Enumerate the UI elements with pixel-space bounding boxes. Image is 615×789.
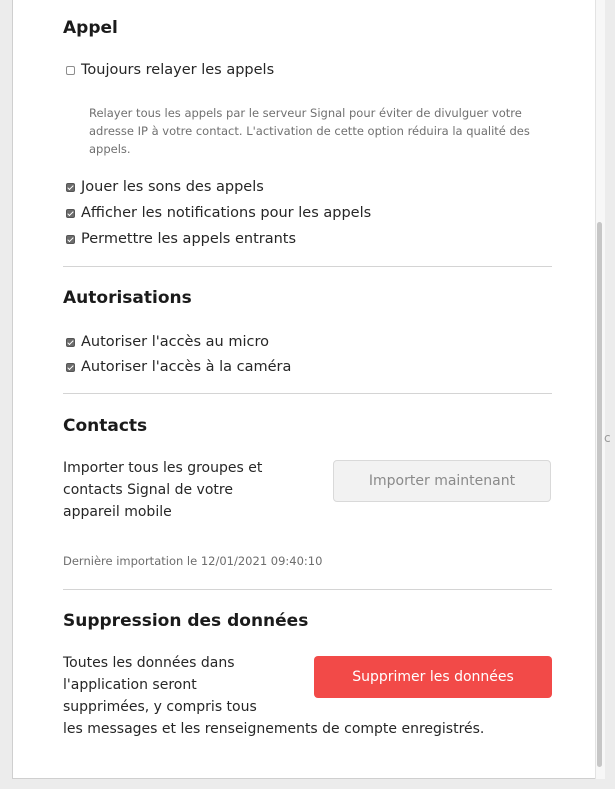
scrollbar-thumb[interactable] <box>597 222 602 767</box>
play-call-sounds-label[interactable]: Jouer les sons des appels <box>81 179 264 195</box>
section-title-contacts: Contacts <box>63 416 148 436</box>
contacts-description-line: contacts Signal de votre <box>63 482 233 498</box>
divider <box>63 393 552 394</box>
delete-data-button[interactable]: Supprimer les données <box>314 656 552 698</box>
suppression-description-line: supprimées, y compris tous <box>63 699 257 715</box>
contacts-description-line: appareil mobile <box>63 504 172 520</box>
checkbox-always-relay[interactable] <box>66 66 75 75</box>
contacts-description: Importer tous les groupes et contacts Si… <box>63 457 262 523</box>
last-import-timestamp: Dernière importation le 12/01/2021 09:40… <box>63 554 323 568</box>
suppression-description-line: les messages et les renseignements de co… <box>63 721 485 737</box>
checkbox-call-notifications[interactable] <box>66 209 75 218</box>
checkbox-play-call-sounds[interactable] <box>66 183 75 192</box>
section-title-autorisations: Autorisations <box>63 288 192 308</box>
contacts-description-line: Importer tous les groupes et <box>63 460 263 476</box>
checkbox-allow-microphone[interactable] <box>66 338 75 347</box>
section-title-suppression: Suppression des données <box>63 611 309 631</box>
allow-camera-label[interactable]: Autoriser l'accès à la caméra <box>81 359 291 375</box>
section-title-appel: Appel <box>63 18 118 38</box>
call-notifications-label[interactable]: Afficher les notifications pour les appe… <box>81 205 371 221</box>
divider <box>63 589 552 590</box>
allow-microphone-label[interactable]: Autoriser l'accès au micro <box>81 334 269 350</box>
checkbox-allow-camera[interactable] <box>66 363 75 372</box>
incoming-calls-label[interactable]: Permettre les appels entrants <box>81 231 296 247</box>
partial-edge-glyph: c <box>604 431 611 445</box>
import-now-button[interactable]: Importer maintenant <box>333 460 551 502</box>
always-relay-hint: Relayer tous les appels par le serveur S… <box>89 106 530 156</box>
divider <box>63 266 552 267</box>
always-relay-label[interactable]: Toujours relayer les appels <box>81 62 274 78</box>
checkbox-incoming-calls[interactable] <box>66 235 75 244</box>
